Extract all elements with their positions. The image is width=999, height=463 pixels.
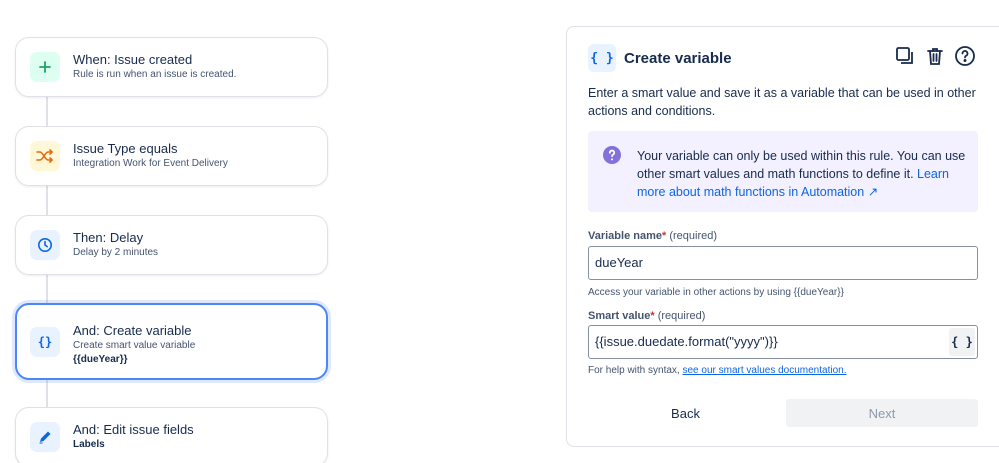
variable-name-input[interactable]: dueYear (588, 246, 978, 280)
flow-step-subtitle: Delay by 2 minutes (73, 247, 159, 258)
flow-step-delay[interactable]: Then: Delay Delay by 2 minutes (15, 215, 328, 275)
flow-step-title: And: Edit issue fields (73, 422, 194, 437)
flow-step-title: Then: Delay (73, 230, 144, 245)
flow-connector (46, 186, 48, 216)
insert-smart-value-button[interactable]: { } (949, 328, 975, 356)
flow-step-condition[interactable]: Issue Type equals Integration Work for E… (15, 126, 328, 186)
create-variable-panel: { } Create variable Enter a smart value … (566, 26, 999, 447)
variable-name-label: Variable name* (required) (588, 230, 717, 242)
help-icon[interactable] (953, 44, 977, 68)
flow-step-edit-issue[interactable]: And: Edit issue fields Labels (15, 407, 328, 463)
flow-connector (46, 97, 48, 127)
flow-connector (46, 380, 48, 408)
flow-step-subtitle: Rule is run when an issue is created. (73, 69, 237, 80)
flow-step-subtitle: Create smart value variable (73, 340, 196, 351)
curly-braces-icon: {} (30, 327, 60, 357)
clock-icon (30, 230, 60, 260)
flow-connector (46, 275, 48, 303)
delete-icon[interactable] (923, 44, 947, 68)
flow-step-title: And: Create variable (73, 323, 192, 338)
flow-step-trigger[interactable]: When: Issue created Rule is run when an … (15, 37, 328, 97)
required-asterisk: * (662, 230, 667, 242)
curly-braces-icon: { } (588, 44, 616, 72)
smart-value-help: For help with syntax, see our smart valu… (588, 365, 846, 376)
info-text: Your variable can only be used within th… (637, 149, 966, 181)
rule-flow: When: Issue created Rule is run when an … (0, 0, 340, 463)
panel-header: { } Create variable (588, 44, 732, 72)
flow-step-title: Issue Type equals (73, 141, 178, 156)
flow-step-subtitle: Labels (73, 439, 105, 450)
help-prefix: For help with syntax, (588, 365, 680, 376)
panel-intro: Enter a smart value and save it as a var… (588, 86, 976, 118)
flow-step-create-variable[interactable]: {} And: Create variable Create smart val… (15, 303, 328, 380)
flow-step-variable: {{dueYear}} (73, 354, 128, 365)
smart-value-input[interactable]: {{issue.duedate.format("yyyy")}} (595, 334, 778, 349)
label-text: Smart value (588, 310, 651, 322)
pencil-icon (30, 422, 60, 452)
panel-actions (893, 44, 977, 68)
question-icon (602, 145, 622, 170)
next-button[interactable]: Next (786, 399, 978, 427)
smart-value-label: Smart value* (required) (588, 310, 705, 322)
info-message-text: Your variable can only be used within th… (637, 147, 967, 201)
required-text: (required) (669, 230, 718, 242)
shuffle-icon (30, 141, 60, 171)
info-message: Your variable can only be used within th… (588, 131, 978, 212)
plus-icon (30, 52, 60, 82)
required-text: (required) (657, 310, 706, 322)
flow-step-title: When: Issue created (73, 52, 193, 67)
variable-name-help: Access your variable in other actions by… (588, 287, 844, 298)
back-button[interactable]: Back (588, 399, 783, 427)
duplicate-icon[interactable] (893, 44, 917, 68)
smart-values-doc-link[interactable]: see our smart values documentation. (683, 365, 847, 376)
panel-title: Create variable (624, 49, 732, 67)
flow-step-subtitle: Integration Work for Event Delivery (73, 158, 228, 169)
required-asterisk: * (650, 310, 655, 322)
smart-value-field[interactable]: {{issue.duedate.format("yyyy")}} { } (588, 325, 978, 359)
label-text: Variable name (588, 230, 662, 242)
